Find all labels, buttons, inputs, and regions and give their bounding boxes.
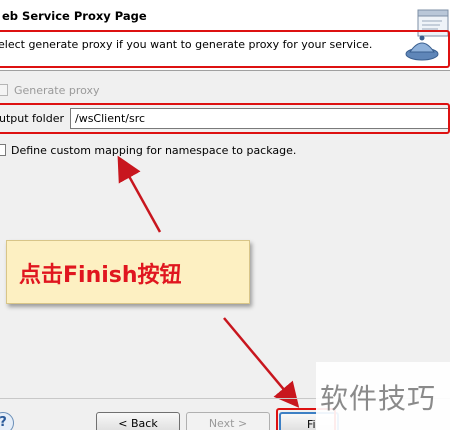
custom-mapping-checkbox[interactable] (0, 144, 6, 156)
custom-mapping-label: Define custom mapping for namespace to p… (11, 143, 297, 157)
next-button[interactable]: Next > (186, 412, 270, 430)
generate-proxy-row: Generate proxy (0, 82, 100, 98)
highlight-box-output-folder (0, 103, 450, 134)
page-title: eb Service Proxy Page (2, 9, 147, 23)
header-separator (0, 70, 450, 71)
custom-mapping-row: Define custom mapping for namespace to p… (0, 142, 296, 158)
callout-text: 点击Finish按钮 (19, 263, 182, 288)
help-button[interactable]: ? (0, 412, 14, 430)
watermark-text: 软件技巧 (320, 382, 437, 415)
arrow-to-mapping (117, 155, 162, 233)
generate-proxy-checkbox[interactable] (0, 84, 8, 96)
back-button[interactable]: < Back (96, 412, 180, 430)
arrow-to-finish (223, 317, 300, 408)
highlight-box-description (0, 30, 450, 68)
generate-proxy-label: Generate proxy (14, 83, 100, 97)
instruction-callout: 点击Finish按钮 (6, 240, 250, 304)
